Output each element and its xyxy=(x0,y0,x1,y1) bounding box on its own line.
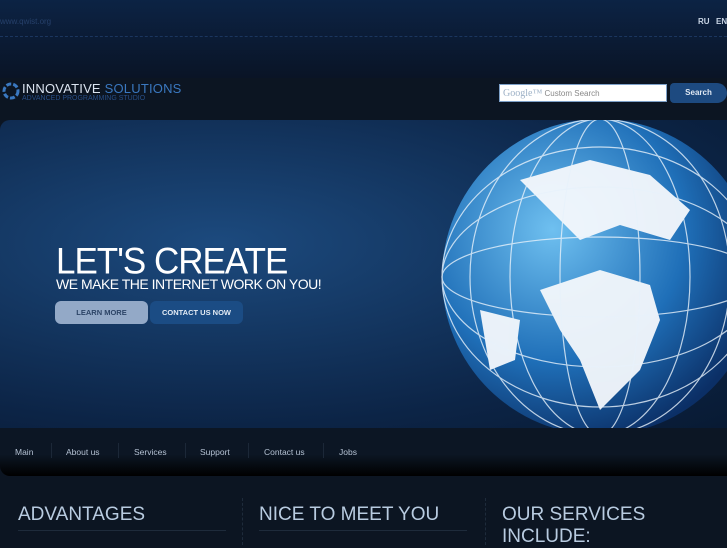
google-logo: Google™ xyxy=(503,88,543,99)
nav-contact-us[interactable]: Contact us xyxy=(264,447,305,457)
divider xyxy=(0,36,727,37)
our-services-heading: OUR SERVICES INCLUDE: xyxy=(502,504,646,547)
lang-en[interactable]: EN xyxy=(716,17,727,26)
nav-about-us[interactable]: About us xyxy=(66,447,100,457)
lang-ru[interactable]: RU xyxy=(698,17,710,26)
column-separator xyxy=(242,498,243,545)
search-input[interactable]: Google™ Custom Search xyxy=(499,84,667,102)
main-nav: Main About us Services Support Contact u… xyxy=(0,428,727,476)
search-button[interactable]: Search xyxy=(670,83,727,103)
logo-title: INNOVATIVE SOLUTIONS xyxy=(22,80,182,96)
divider xyxy=(259,530,467,531)
nav-separator xyxy=(323,443,324,458)
divider xyxy=(18,530,226,531)
learn-more-button[interactable]: LEARN MORE xyxy=(55,301,148,324)
nav-jobs[interactable]: Jobs xyxy=(339,447,357,457)
column-separator xyxy=(485,498,486,545)
nav-separator xyxy=(185,443,186,458)
nav-services[interactable]: Services xyxy=(134,447,167,457)
nav-main[interactable]: Main xyxy=(15,447,33,457)
logo[interactable]: INNOVATIVE SOLUTIONS ADVANCED PROGRAMMIN… xyxy=(0,80,182,102)
hero-subtitle: WE MAKE THE INTERNET WORK ON YOU! xyxy=(56,276,322,292)
advantages-heading: ADVANTAGES xyxy=(18,504,146,525)
site-domain: www.qwist.org xyxy=(0,17,52,26)
nav-support[interactable]: Support xyxy=(200,447,230,457)
nav-separator xyxy=(248,443,249,458)
search-placeholder: Custom Search xyxy=(544,89,600,98)
nav-separator xyxy=(118,443,119,458)
nice-to-meet-you-heading: NICE TO MEET YOU xyxy=(259,504,440,525)
contact-us-button[interactable]: CONTACT US NOW xyxy=(150,301,243,324)
nav-separator xyxy=(51,443,52,458)
logo-icon xyxy=(2,82,20,100)
top-bar xyxy=(0,0,727,78)
logo-subtitle: ADVANCED PROGRAMMING STUDIO xyxy=(22,94,146,102)
